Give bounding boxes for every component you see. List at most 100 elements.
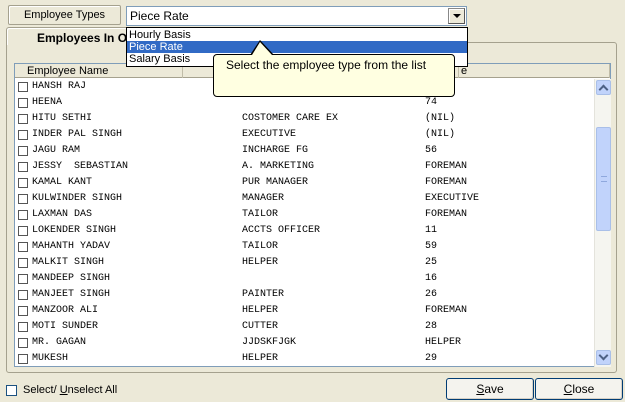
chevron-down-icon[interactable] [448, 8, 465, 24]
designation: JJDSKFJGK [242, 337, 297, 348]
table-row[interactable]: MUKESH HELPER 29 [15, 351, 593, 367]
employee-name: HANSH RAJ [32, 81, 87, 92]
designation: PUR MANAGER [242, 177, 309, 188]
row-checkbox[interactable] [18, 258, 28, 268]
row-checkbox[interactable] [18, 274, 28, 284]
group-title: Employees In O [37, 31, 128, 45]
close-button[interactable]: Close [535, 378, 623, 400]
scrollbar-thumb[interactable] [596, 127, 611, 231]
table-row[interactable]: JAGU RAM INCHARGE FG 56 [15, 143, 593, 159]
employee-type-combobox[interactable]: Piece Rate [126, 6, 467, 26]
row-checkbox[interactable] [18, 98, 28, 108]
row-checkbox[interactable] [18, 338, 28, 348]
row-checkbox[interactable] [18, 194, 28, 204]
row-checkbox[interactable] [18, 178, 28, 188]
list-rows: HANSH RAJ58 HEENA74 HITU SETHICOSTOMER C… [15, 79, 593, 367]
employee-name: MAHANTH YADAV [32, 241, 111, 252]
employee-name: MANJEET SINGH [32, 289, 111, 300]
employee-type-value: HELPER [425, 337, 462, 348]
designation: HELPER [242, 257, 279, 268]
employee-type-value: 56 [425, 145, 438, 156]
employee-type-value: 25 [425, 257, 438, 268]
row-checkbox[interactable] [18, 322, 28, 332]
employee-type-selected-value: Piece Rate [130, 9, 189, 23]
table-row[interactable]: HITU SETHI COSTOMER CARE EX (NIL) [15, 111, 593, 127]
tab-employees[interactable]: Employees In O [6, 27, 146, 45]
table-row[interactable]: MANZOOR ALI HELPER FOREMAN [15, 303, 593, 319]
employee-type-value: (NIL) [425, 113, 456, 124]
table-row[interactable]: MOTI SUNDER CUTTER 28 [15, 319, 593, 335]
row-checkbox[interactable] [18, 82, 28, 92]
employee-type-value: FOREMAN [425, 177, 468, 188]
employee-name: MANZOOR ALI [32, 305, 99, 316]
designation: ACCTS OFFICER [242, 225, 321, 236]
vertical-scrollbar[interactable] [594, 79, 611, 367]
designation: TAILOR [242, 241, 279, 252]
employee-type-value: EXECUTIVE [425, 193, 480, 204]
employee-name: MALKIT SINGH [32, 257, 105, 268]
row-checkbox[interactable] [18, 354, 28, 364]
table-row[interactable]: HEENA 74 [15, 95, 593, 111]
select-all-label: Select/ Unselect All [23, 384, 118, 396]
designation: HELPER [242, 353, 279, 364]
designation: EXECUTIVE [242, 129, 297, 140]
select-all-box[interactable] [6, 385, 17, 396]
tooltip-pointer-fill [252, 42, 272, 55]
table-row[interactable]: MANJEET SINGH PAINTER 26 [15, 287, 593, 303]
row-checkbox[interactable] [18, 162, 28, 172]
employee-name: HITU SETHI [32, 113, 93, 124]
employee-type-value: 28 [425, 321, 438, 332]
employee-type-value: 74 [425, 97, 438, 108]
table-row[interactable]: MAHANTH YADAV TAILOR 59 [15, 239, 593, 255]
employee-name: MOTI SUNDER [32, 321, 99, 332]
table-row[interactable]: KULWINDER SINGH MANAGER EXECUTIVE [15, 191, 593, 207]
designation: PAINTER [242, 289, 285, 300]
tooltip-balloon: Select the employee type from the list [213, 54, 455, 97]
table-row[interactable]: INDER PAL SINGH EXECUTIVE (NIL) [15, 127, 593, 143]
table-row[interactable]: MANDEEP SINGH 16 [15, 271, 593, 287]
row-checkbox[interactable] [18, 306, 28, 316]
option-hourly-basis[interactable]: Hourly Basis [127, 29, 467, 41]
arrow-up-icon[interactable] [596, 80, 611, 95]
employee-type-value: 59 [425, 241, 438, 252]
employee-type-value: 26 [425, 289, 438, 300]
employee-name: LOKENDER SINGH [32, 225, 117, 236]
save-button[interactable]: Save [446, 378, 534, 400]
option-piece-rate[interactable]: Piece Rate [127, 41, 467, 53]
row-checkbox[interactable] [18, 114, 28, 124]
employee-name: KULWINDER SINGH [32, 193, 123, 204]
row-checkbox[interactable] [18, 130, 28, 140]
designation: COSTOMER CARE EX [242, 113, 339, 124]
employee-name: MUKESH [32, 353, 69, 364]
employee-name: KAMAL KANT [32, 177, 93, 188]
designation: MANAGER [242, 193, 285, 204]
employee-type-value: FOREMAN [425, 305, 468, 316]
table-row[interactable]: KAMAL KANT PUR MANAGER FOREMAN [15, 175, 593, 191]
employee-type-value: FOREMAN [425, 209, 468, 220]
column-header-type[interactable]: e [459, 64, 610, 78]
table-row[interactable]: MR. GAGAN JJDSKFJGK HELPER [15, 335, 593, 351]
employee-name: JAGU RAM [32, 145, 81, 156]
employee-name: INDER PAL SINGH [32, 129, 123, 140]
designation: A. MARKETING [242, 161, 315, 172]
employee-list[interactable]: Employee Name e HANSH RAJ58 HEENA74 HITU… [14, 63, 611, 367]
employee-name: HEENA [32, 97, 63, 108]
designation: HELPER [242, 305, 279, 316]
row-checkbox[interactable] [18, 226, 28, 236]
employee-type-value: (NIL) [425, 129, 456, 140]
row-checkbox[interactable] [18, 146, 28, 156]
row-checkbox[interactable] [18, 242, 28, 252]
table-row[interactable]: MALKIT SINGH HELPER 25 [15, 255, 593, 271]
designation: TAILOR [242, 209, 279, 220]
employee-name: LAXMAN DAS [32, 209, 93, 220]
employee-type-value: 29 [425, 353, 438, 364]
table-row[interactable]: LAXMAN DAS TAILOR FOREMAN [15, 207, 593, 223]
table-row[interactable]: JESSY SEBASTIAN A. MARKETING FOREMAN [15, 159, 593, 175]
employee-name: MR. GAGAN [32, 337, 87, 348]
table-row[interactable]: LOKENDER SINGH ACCTS OFFICER 11 [15, 223, 593, 239]
arrow-down-icon[interactable] [596, 350, 611, 365]
row-checkbox[interactable] [18, 210, 28, 220]
designation: INCHARGE FG [242, 145, 309, 156]
employee-name: MANDEEP SINGH [32, 273, 111, 284]
row-checkbox[interactable] [18, 290, 28, 300]
